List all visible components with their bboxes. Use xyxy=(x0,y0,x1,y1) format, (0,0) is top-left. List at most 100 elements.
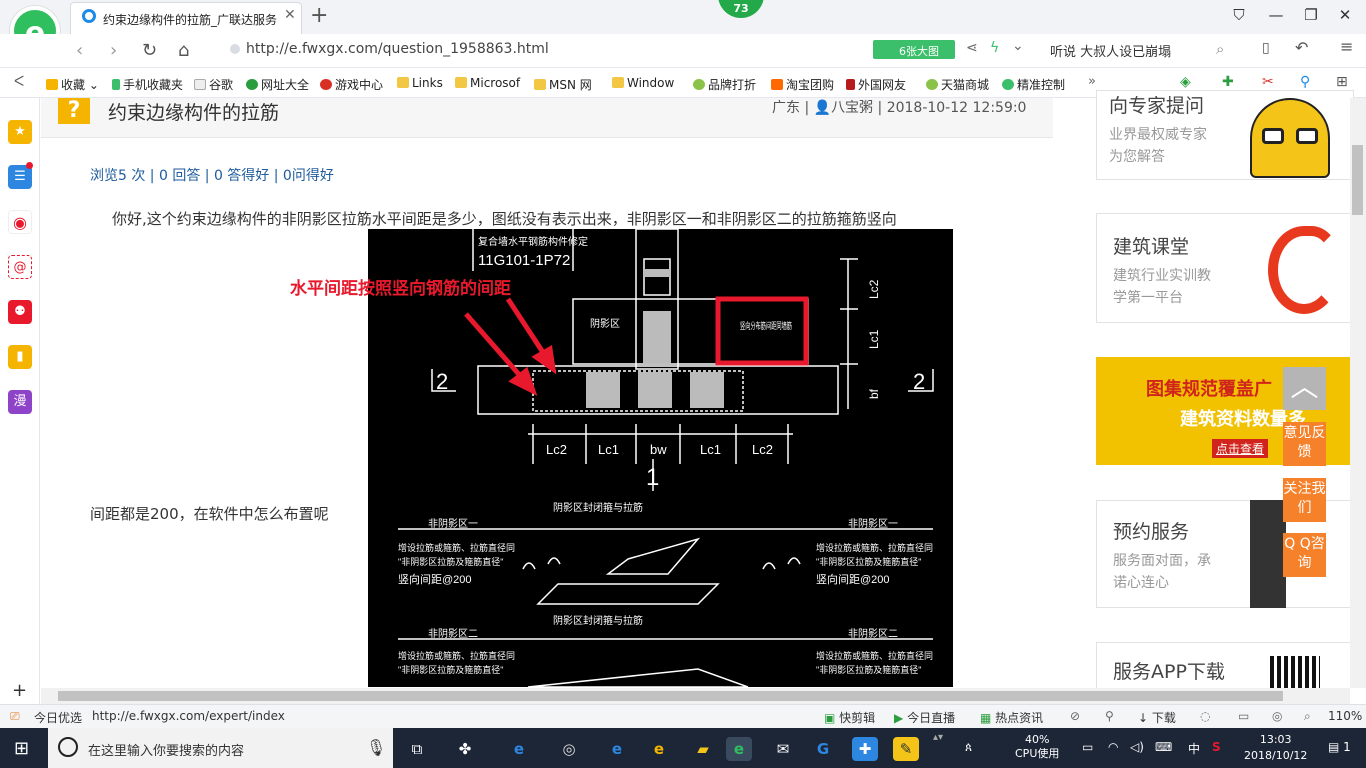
file-explorer-icon[interactable]: ▰ xyxy=(690,737,716,761)
bookmark-mobile[interactable]: 手机收藏夹 xyxy=(112,76,183,93)
shield-icon[interactable]: ◈ xyxy=(1180,74,1191,90)
ime-indicator[interactable]: 中 xyxy=(1188,740,1200,757)
task-view-icon[interactable]: ⧉ xyxy=(404,737,430,761)
menu-icon[interactable]: ≡ xyxy=(1340,37,1353,56)
people-icon[interactable]: ጰ xyxy=(965,740,972,755)
follow-button[interactable]: 关注我们 xyxy=(1283,478,1326,522)
app-spiral-icon[interactable]: ◎ xyxy=(556,737,582,761)
status-tool-icon[interactable]: ⊘ xyxy=(1070,709,1080,723)
keyboard-icon[interactable]: ⌨ xyxy=(1155,740,1172,754)
big-picture-button[interactable]: 6张大图 xyxy=(873,40,955,59)
bookmark-msn[interactable]: MSN 网 xyxy=(534,76,592,93)
refresh-icon[interactable]: ↻ xyxy=(142,40,157,61)
action-center-icon[interactable]: ▤ 1 xyxy=(1328,740,1351,754)
cpu-monitor[interactable]: 40% CPU使用 xyxy=(1015,733,1059,761)
zoom-level[interactable]: 110% xyxy=(1328,709,1362,723)
status-download[interactable]: ↓ 下载 xyxy=(1138,709,1176,726)
qq-button[interactable]: Q Q咨询 xyxy=(1283,533,1326,577)
sidebar-mail-icon[interactable]: @ xyxy=(8,255,32,279)
bookmark-precise[interactable]: 精准控制 xyxy=(1002,76,1065,93)
wifi-icon[interactable]: ◠ xyxy=(1108,740,1118,754)
glodon-icon[interactable]: G xyxy=(810,737,836,761)
sidebar-add-icon[interactable]: + xyxy=(12,680,27,701)
status-clip[interactable]: ▣ 快剪辑 xyxy=(824,709,875,726)
forward-button[interactable]: › xyxy=(110,40,117,61)
add-icon[interactable]: ✚ xyxy=(1222,74,1234,90)
volume-icon[interactable]: ◁) xyxy=(1130,740,1144,754)
windows-start-icon[interactable]: ⊞ xyxy=(14,738,29,759)
zoom-icon[interactable]: ⌕ xyxy=(1304,709,1311,724)
status-sound-icon[interactable]: ◌ xyxy=(1200,709,1210,723)
url-input[interactable]: http://e.fwxgx.com/question_1958863.html xyxy=(220,38,860,62)
search-icon[interactable]: ⌕ xyxy=(1216,40,1224,58)
bookmark-windows[interactable]: Window xyxy=(612,76,674,90)
plus-app-icon[interactable]: ✚ xyxy=(852,737,878,761)
back-button[interactable]: ‹ xyxy=(76,40,83,61)
hot-search-input[interactable]: 听说 大叔人设已崩塌 xyxy=(1050,41,1171,60)
feedback-button[interactable]: 意见反馈 xyxy=(1283,422,1326,466)
tray-monitor-icon[interactable]: ▭ xyxy=(1082,740,1093,754)
home-icon[interactable]: ⌂ xyxy=(178,40,189,61)
bookmark-brand-sale[interactable]: 品牌打折 xyxy=(693,76,756,93)
bookmark-favorites[interactable]: 收藏 ⌄ xyxy=(46,76,99,93)
microphone-icon[interactable]: 🎙 xyxy=(366,738,386,757)
vertical-scroll-thumb[interactable] xyxy=(1352,145,1363,215)
bookmark-games[interactable]: 游戏中心 xyxy=(320,76,383,93)
taskbar-search-input[interactable]: 在这里输入你要搜索的内容 xyxy=(48,728,393,768)
browser-task-icon[interactable]: e xyxy=(726,737,752,761)
new-tab-button[interactable]: + xyxy=(310,3,328,28)
bookmark-taobao[interactable]: 淘宝团购 xyxy=(771,76,834,93)
fan-app-icon[interactable]: ✤ xyxy=(452,737,478,761)
tab-close-icon[interactable]: ✕ xyxy=(284,7,296,23)
question-region[interactable]: 广东 xyxy=(772,100,800,116)
status-eye-icon[interactable]: ◎ xyxy=(1272,709,1282,723)
status-live[interactable]: ▶ 今日直播 xyxy=(894,709,955,726)
scissors-icon[interactable]: ✂ xyxy=(1262,74,1274,90)
banner-cta-button[interactable]: 点击查看 xyxy=(1212,439,1269,458)
cortana-icon[interactable] xyxy=(58,737,78,757)
back-to-top-button[interactable]: ︿ xyxy=(1283,367,1326,410)
sogou-icon[interactable]: S xyxy=(1212,740,1221,754)
note-app-icon[interactable]: ✎ xyxy=(893,737,919,761)
user-icon: 👤 xyxy=(813,100,832,116)
share-icon[interactable]: ⋖ xyxy=(966,40,978,56)
tab-active[interactable]: 约束边缘构件的拉筋_广联达服务 xyxy=(70,2,302,34)
question-meta: 广东 | 👤八宝粥 | 2018-10-12 12:59:0 xyxy=(772,100,1027,116)
bookmark-hao[interactable]: 网址大全 xyxy=(246,76,309,93)
mail-icon[interactable]: ✉ xyxy=(770,737,796,761)
grid-icon[interactable]: ⊞ xyxy=(1336,74,1348,90)
sidebar-game-icon[interactable]: ⚉ xyxy=(8,300,32,324)
sidebar-favorites-icon[interactable]: ★ xyxy=(8,120,32,144)
ie-icon[interactable]: e xyxy=(506,737,532,761)
edge-icon[interactable]: e xyxy=(604,737,630,761)
chevron-down-icon[interactable]: ⌄ xyxy=(1012,38,1024,54)
sidebar-book-icon[interactable]: ▮ xyxy=(8,345,32,369)
horizontal-scroll-thumb[interactable] xyxy=(58,691,1283,701)
lightning-icon[interactable]: ϟ xyxy=(990,40,999,56)
minimize-button[interactable]: — xyxy=(1265,6,1287,24)
close-button[interactable]: ✕ xyxy=(1334,6,1356,24)
today-pick-link[interactable]: 今日优选 xyxy=(34,709,82,726)
bookmark-microsoft[interactable]: Microsof xyxy=(455,76,520,90)
question-author[interactable]: 八宝粥 xyxy=(831,100,873,116)
sidebar-weibo-icon[interactable]: ◉ xyxy=(8,210,32,234)
status-news[interactable]: ▦ 热点资讯 xyxy=(980,709,1043,726)
more-bookmarks-icon[interactable]: » xyxy=(1088,74,1096,89)
taskbar-scroll-icon[interactable]: ▴▾ xyxy=(933,732,943,743)
status-pin-icon[interactable]: ⚲ xyxy=(1105,709,1114,723)
bookmark-tmall[interactable]: 天猫商城 xyxy=(926,76,989,93)
sidebar-comic-icon[interactable]: 漫 xyxy=(8,390,32,414)
zone-2-label-left: 非阴影区二 xyxy=(428,628,478,640)
magnifier-icon[interactable]: ⚲ xyxy=(1300,74,1310,90)
clock[interactable]: 13:03 2018/10/12 xyxy=(1244,732,1307,764)
status-window-icon[interactable]: ▭ xyxy=(1238,709,1249,723)
bookmark-links[interactable]: Links xyxy=(397,76,443,90)
restore-button[interactable]: ❐ xyxy=(1300,6,1322,24)
bookmark-google[interactable]: 谷歌 xyxy=(194,76,233,93)
undo-icon[interactable]: ↶ xyxy=(1295,38,1308,57)
phone-icon[interactable]: ▯ xyxy=(1262,40,1270,56)
skin-icon[interactable]: ⛉ xyxy=(1228,6,1250,24)
sidebar-toggle-icon[interactable]: ᐸ xyxy=(14,74,24,90)
ie-old-icon[interactable]: e xyxy=(646,737,672,761)
bookmark-foreign[interactable]: 外国网友 xyxy=(846,76,906,93)
